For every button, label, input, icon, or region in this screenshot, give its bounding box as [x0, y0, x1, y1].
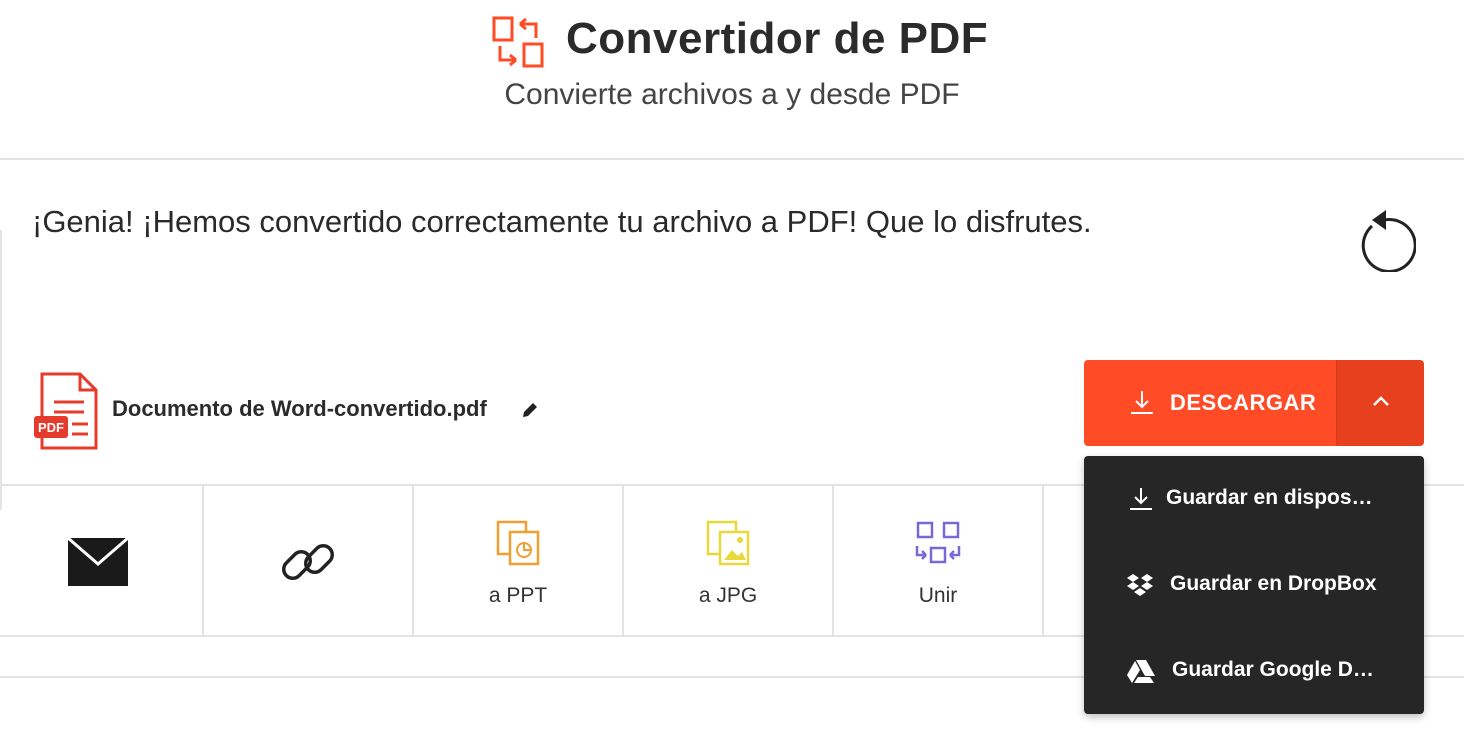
action-label: a JPG [698, 584, 758, 607]
menu-item-save-dropbox[interactable]: Guardar en DropBox [1084, 542, 1424, 628]
download-label: DESCARGAR [1170, 390, 1317, 415]
link-action[interactable] [204, 486, 414, 637]
download-menu: Guardar en dispos… Guardar en DropBox Gu… [1084, 456, 1424, 714]
link-icon [282, 544, 334, 580]
to-jpg-action[interactable]: a JPG [624, 486, 834, 637]
restart-icon[interactable] [1352, 204, 1416, 272]
header: Convertidor de PDF Convierte archivos a … [0, 0, 1464, 140]
email-icon [68, 538, 128, 586]
chevron-up-icon [1373, 396, 1389, 406]
action-label: Unir [918, 584, 958, 607]
download-button[interactable]: DESCARGAR [1084, 360, 1336, 446]
download-icon [1131, 391, 1153, 414]
menu-item-save-google-drive[interactable]: Guardar Google D… [1084, 628, 1424, 714]
menu-item-label: Guardar en DropBox [1170, 572, 1377, 595]
menu-item-label: Guardar en dispos… [1166, 486, 1373, 509]
page-title: Convertidor de PDF [566, 14, 989, 63]
merge-icon [915, 521, 961, 564]
convert-arrows-icon [492, 16, 544, 68]
pencil-icon[interactable] [520, 400, 540, 420]
menu-item-label: Guardar Google D… [1172, 658, 1374, 681]
success-message: ¡Genia! ¡Hemos convertido correctamente … [32, 204, 1092, 239]
jpg-icon [706, 520, 750, 566]
download-options-toggle[interactable] [1336, 360, 1424, 446]
dropbox-icon [1127, 574, 1153, 596]
ppt-icon [496, 520, 540, 566]
page-subtitle: Convierte archivos a y desde PDF [504, 78, 960, 111]
email-action[interactable] [0, 486, 204, 637]
menu-item-save-device[interactable]: Guardar en dispos… [1084, 456, 1424, 542]
file-name: Documento de Word-convertido.pdf [112, 396, 487, 421]
action-label: a PPT [488, 584, 548, 607]
merge-action[interactable]: Unir [834, 486, 1044, 637]
to-ppt-action[interactable]: a PPT [414, 486, 624, 637]
google-drive-icon [1127, 660, 1155, 683]
pdf-file-icon: PDF [34, 372, 98, 450]
download-icon [1130, 488, 1152, 510]
divider [0, 230, 2, 510]
pdf-badge: PDF [38, 420, 64, 435]
